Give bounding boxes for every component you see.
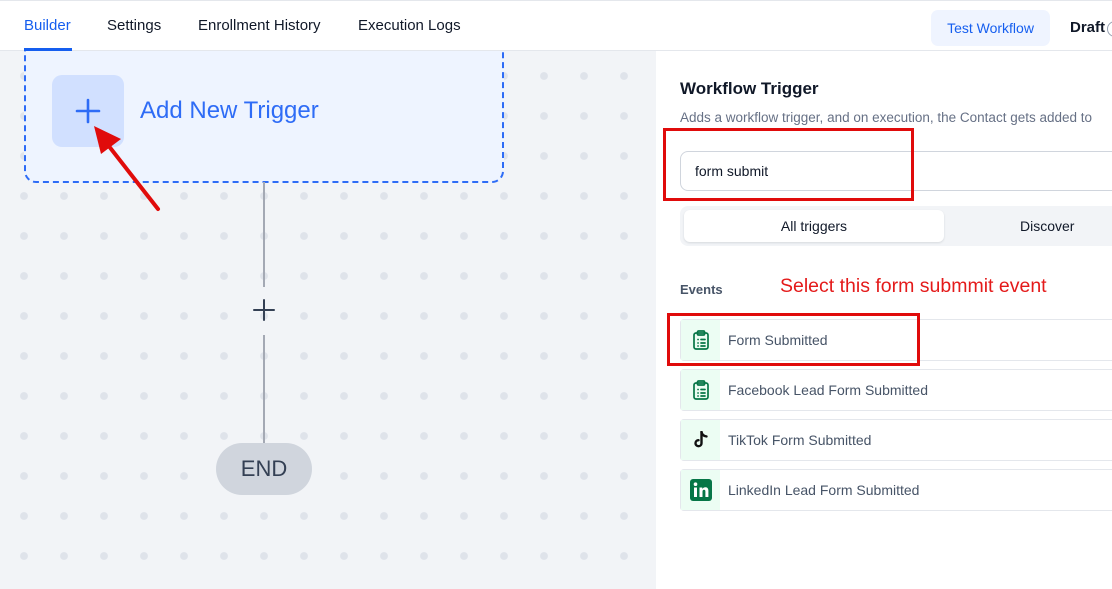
annotation-arrow xyxy=(94,126,160,211)
